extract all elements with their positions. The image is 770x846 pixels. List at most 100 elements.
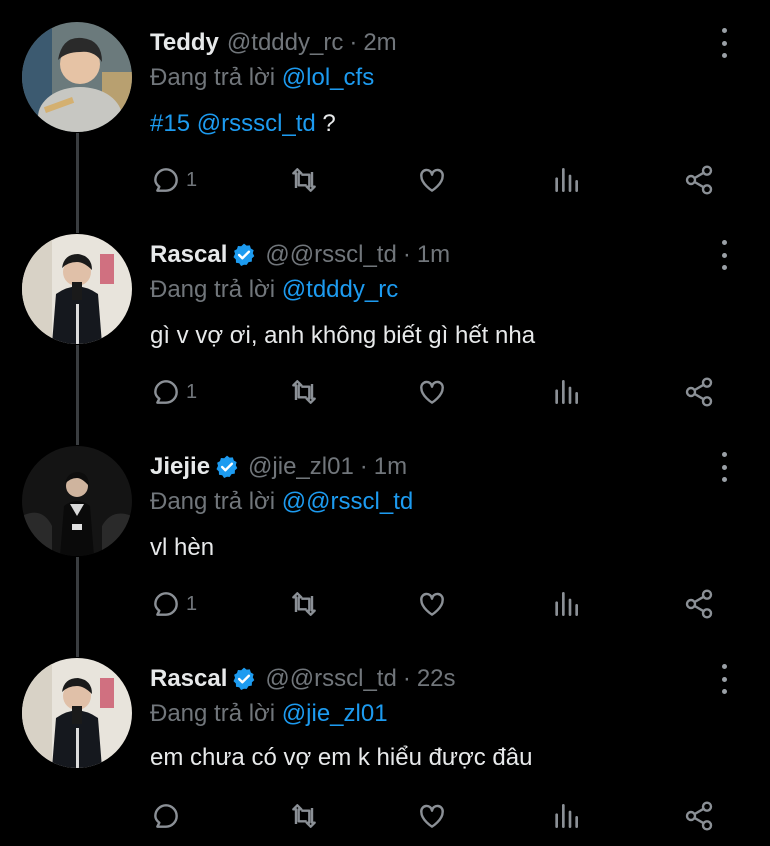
analytics-button[interactable]: [550, 587, 582, 621]
reply-icon: [154, 380, 178, 404]
tweet-header: Teddy @tdddy_rc · 2m: [150, 28, 397, 58]
avatar[interactable]: [22, 446, 132, 556]
avatar[interactable]: [22, 658, 132, 768]
tweet-actions: 1: [150, 163, 730, 197]
reply-icon: [154, 592, 178, 616]
tweet[interactable]: Rascal @@rsscl_td · 1m Đang trả lời @tdd…: [0, 212, 770, 424]
reply-count: 1: [186, 380, 198, 403]
share-icon: [685, 165, 713, 195]
tweet-text: em chưa có vợ em k hiểu được đâu: [150, 744, 532, 772]
share-icon: [685, 589, 713, 619]
like-button[interactable]: [416, 799, 448, 833]
reply-button[interactable]: [150, 799, 186, 833]
replying-to: Đang trả lời @@rsscl_td: [150, 488, 413, 516]
reply-button[interactable]: 1: [150, 375, 197, 409]
verified-badge-icon: [231, 666, 257, 692]
tweet-actions: 1: [150, 587, 730, 621]
more-icon[interactable]: [716, 28, 732, 58]
analytics-icon: [555, 592, 578, 616]
like-icon: [420, 380, 444, 404]
retweet-icon: [292, 592, 316, 616]
avatar[interactable]: [22, 22, 132, 132]
reply-icon: [154, 168, 178, 192]
reply-icon: [154, 804, 178, 828]
separator: ·: [402, 241, 411, 268]
retweet-button[interactable]: [288, 375, 320, 409]
tweet-body: ?: [315, 110, 336, 137]
retweet-button[interactable]: [288, 163, 320, 197]
tweet-header: Rascal @@rsscl_td · 1m: [150, 240, 450, 270]
replying-to: Đang trả lời @lol_cfs: [150, 64, 374, 92]
tweet-body: vl hèn: [150, 534, 215, 561]
more-icon[interactable]: [716, 664, 732, 694]
tweet-actions: [150, 799, 730, 833]
verified-badge-icon: [214, 454, 240, 480]
mention-link[interactable]: @@rsscl_td: [282, 488, 413, 515]
tweet-text: #15 @rssscl_td ?: [150, 110, 336, 138]
hashtag-mention-link[interactable]: #15 @rssscl_td: [150, 110, 316, 137]
share-button[interactable]: [683, 375, 715, 409]
share-button[interactable]: [683, 587, 715, 621]
share-button[interactable]: [683, 163, 715, 197]
separator: ·: [402, 665, 411, 692]
analytics-button[interactable]: [550, 375, 582, 409]
reply-count: 1: [186, 592, 198, 615]
display-name[interactable]: Teddy: [150, 29, 219, 57]
replying-to-label: Đang trả lời: [150, 700, 276, 727]
more-icon[interactable]: [716, 452, 732, 482]
display-name[interactable]: Jiejie: [150, 453, 210, 481]
replying-to-label: Đang trả lời: [150, 488, 276, 515]
tweet-text: vl hèn: [150, 534, 214, 562]
tweet[interactable]: Jiejie @jie_zl01 · 1m Đang trả lời @@rss…: [0, 424, 770, 636]
display-name[interactable]: Rascal: [150, 665, 227, 693]
timestamp[interactable]: 1m: [417, 241, 450, 269]
like-button[interactable]: [416, 587, 448, 621]
tweet-body: gì v vợ ơi, anh không biết gì hết nha: [150, 322, 536, 349]
tweet-actions: 1: [150, 375, 730, 409]
replying-to: Đang trả lời @jie_zl01: [150, 700, 388, 728]
mention-link[interactable]: @lol_cfs: [282, 64, 374, 91]
verified-badge-icon: [231, 242, 257, 268]
replying-to-label: Đang trả lời: [150, 276, 276, 303]
display-name[interactable]: Rascal: [150, 241, 227, 269]
retweet-button[interactable]: [288, 799, 320, 833]
tweet-header: Jiejie @jie_zl01 · 1m: [150, 452, 407, 482]
reply-button[interactable]: 1: [150, 587, 197, 621]
avatar[interactable]: [22, 234, 132, 344]
analytics-button[interactable]: [550, 799, 582, 833]
tweet[interactable]: Rascal @@rsscl_td · 22s Đang trả lời @ji…: [0, 636, 770, 846]
like-icon: [420, 168, 444, 192]
share-icon: [685, 377, 713, 407]
separator: ·: [359, 453, 368, 480]
user-handle[interactable]: @@rsscl_td: [265, 665, 396, 693]
retweet-icon: [292, 168, 316, 192]
timestamp[interactable]: 1m: [374, 453, 407, 481]
share-button[interactable]: [683, 799, 715, 833]
mention-link[interactable]: @tdddy_rc: [282, 276, 398, 303]
reply-count: 1: [186, 168, 198, 191]
retweet-icon: [292, 380, 316, 404]
retweet-icon: [292, 804, 316, 828]
mention-link[interactable]: @jie_zl01: [282, 700, 388, 727]
share-icon: [685, 801, 713, 831]
analytics-icon: [555, 804, 578, 828]
tweet-body: em chưa có vợ em k hiểu được đâu: [150, 744, 533, 771]
tweet-text: gì v vợ ơi, anh không biết gì hết nha: [150, 322, 535, 350]
more-icon[interactable]: [716, 240, 732, 270]
replying-to-label: Đang trả lời: [150, 64, 276, 91]
analytics-button[interactable]: [550, 163, 582, 197]
timestamp[interactable]: 22s: [417, 665, 456, 693]
like-button[interactable]: [416, 163, 448, 197]
like-icon: [420, 592, 444, 616]
replying-to: Đang trả lời @tdddy_rc: [150, 276, 398, 304]
like-button[interactable]: [416, 375, 448, 409]
timestamp[interactable]: 2m: [363, 29, 396, 57]
retweet-button[interactable]: [288, 587, 320, 621]
tweet[interactable]: Teddy @tdddy_rc · 2m Đang trả lời @lol_c…: [0, 0, 770, 212]
analytics-icon: [555, 380, 578, 404]
user-handle[interactable]: @@rsscl_td: [265, 241, 396, 269]
reply-button[interactable]: 1: [150, 163, 197, 197]
user-handle[interactable]: @tdddy_rc: [227, 29, 343, 57]
user-handle[interactable]: @jie_zl01: [248, 453, 354, 481]
separator: ·: [349, 29, 358, 56]
